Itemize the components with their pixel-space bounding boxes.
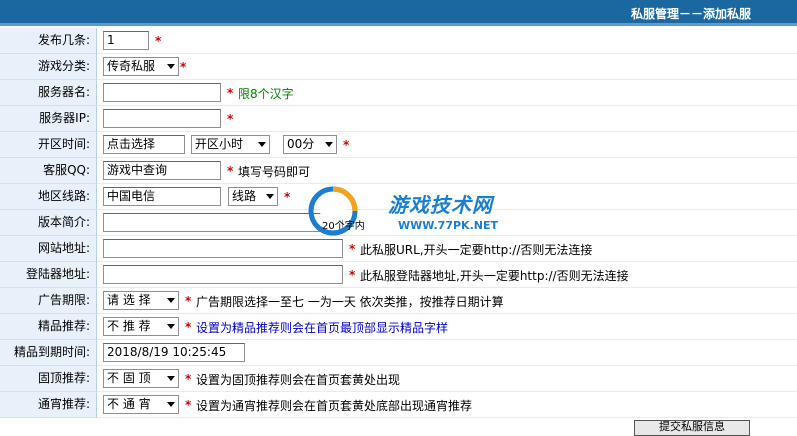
featured-expire-input[interactable]: 2018/8/19 10:25:45 [103, 343, 245, 362]
watermark: 游戏技术网 WWW.77PK.NET 20个字内 [306, 184, 506, 240]
chevron-down-icon [258, 142, 266, 147]
pin-top-label: 固顶推荐: [0, 366, 97, 392]
intro-label: 版本简介: [0, 210, 97, 236]
category-value: 传奇私服 [107, 59, 156, 73]
region-input[interactable]: 中国电信 [103, 187, 221, 206]
required-star: * [185, 320, 192, 334]
row-launcher: 登陆器地址: * 此私服登陆器地址,开头一定要http://否则无法连接 [0, 262, 797, 288]
featured-value: 不 推 荐 [107, 319, 151, 333]
required-star: * [349, 268, 356, 282]
launcher-label: 登陆器地址: [0, 262, 97, 288]
banner-hint: 设置为通宵推荐则会在首页套黄处底部出现通宵推荐 [196, 399, 473, 413]
banner-select[interactable]: 不 通 宵 [103, 395, 179, 414]
website-label: 网站地址: [0, 236, 97, 262]
chevron-down-icon [167, 402, 175, 407]
launcher-hint: 此私服登陆器地址,开头一定要http://否则无法连接 [360, 269, 629, 283]
server-ip-input[interactable] [103, 109, 221, 128]
pin-top-select[interactable]: 不 固 顶 [103, 369, 179, 388]
pin-top-hint: 设置为固顶推荐则会在首页套黄处出现 [196, 373, 401, 387]
count-input[interactable]: 1 [103, 31, 149, 50]
ad-period-label: 广告期限: [0, 288, 97, 314]
required-star: * [343, 138, 350, 152]
ad-period-value: 请 选 择 [107, 293, 151, 307]
required-star: * [155, 34, 162, 48]
required-star: * [185, 372, 192, 386]
row-server-ip: 服务器IP: * [0, 106, 797, 132]
featured-hint: 设置为精品推荐则会在首页最顶部显示精品字样 [196, 321, 449, 335]
page-title: 私服管理－－添加私服 [630, 7, 751, 21]
banner-label: 通宵推荐: [0, 392, 97, 418]
chevron-down-icon [167, 64, 175, 69]
qq-input[interactable]: 游戏中查询 [103, 161, 221, 180]
server-name-hint: 限8个汉字 [238, 87, 294, 101]
open-minute-select[interactable]: 00分 [283, 135, 337, 154]
chevron-down-icon [167, 376, 175, 381]
banner-value: 不 通 宵 [107, 397, 151, 411]
qq-label: 客服QQ: [0, 158, 97, 184]
pin-top-value: 不 固 顶 [107, 371, 151, 385]
row-featured-expire: 精品到期时间: 2018/8/19 10:25:45 [0, 340, 797, 366]
required-star: * [227, 86, 234, 100]
open-date-input[interactable]: 点击选择 [103, 135, 185, 154]
ad-period-select[interactable]: 请 选 择 [103, 291, 179, 310]
row-server-name: 服务器名: * 限8个汉字 [0, 80, 797, 106]
chevron-down-icon [325, 142, 333, 147]
featured-label: 精品推荐: [0, 314, 97, 340]
required-star: * [227, 164, 234, 178]
region-label: 地区线路: [0, 184, 97, 210]
open-time-label: 开区时间: [0, 132, 97, 158]
row-pin-top: 固顶推荐: 不 固 顶 * 设置为固顶推荐则会在首页套黄处出现 [0, 366, 797, 392]
open-hour-select[interactable]: 开区小时 [191, 135, 270, 154]
line-value: 线路 [232, 189, 257, 203]
chevron-down-icon [167, 324, 175, 329]
chevron-down-icon [266, 194, 274, 199]
page-header: 私服管理－－添加私服 [0, 0, 797, 26]
line-select[interactable]: 线路 [228, 187, 278, 206]
row-ad-period: 广告期限: 请 选 择 * 广告期限选择一至七 一为一天 依次类推，按推荐日期计… [0, 288, 797, 314]
required-star: * [185, 294, 192, 308]
row-open-time: 开区时间: 点击选择 开区小时 00分 * [0, 132, 797, 158]
required-star: * [284, 190, 291, 204]
required-star: * [349, 242, 356, 256]
row-featured: 精品推荐: 不 推 荐 * 设置为精品推荐则会在首页最顶部显示精品字样 [0, 314, 797, 340]
server-ip-label: 服务器IP: [0, 106, 97, 132]
open-minute-value: 00分 [287, 137, 315, 151]
watermark-name: 游戏技术网 [388, 193, 493, 217]
submit-button[interactable]: 提交私服信息 [634, 420, 750, 436]
category-select[interactable]: 传奇私服 [103, 57, 179, 76]
launcher-input[interactable] [103, 265, 343, 284]
row-banner: 通宵推荐: 不 通 宵 * 设置为通宵推荐则会在首页套黄处底部出现通宵推荐 [0, 392, 797, 418]
website-hint: 此私服URL,开头一定要http://否则无法连接 [360, 243, 593, 257]
row-category: 游戏分类: 传奇私服 * [0, 54, 797, 80]
featured-select[interactable]: 不 推 荐 [103, 317, 179, 336]
required-star: * [185, 398, 192, 412]
ad-period-hint: 广告期限选择一至七 一为一天 依次类推，按推荐日期计算 [196, 295, 504, 309]
required-star: * [180, 60, 187, 74]
chevron-down-icon [167, 298, 175, 303]
open-hour-value: 开区小时 [195, 137, 244, 151]
row-count: 发布几条: 1 * [0, 28, 797, 54]
watermark-url: WWW.77PK.NET [398, 219, 498, 232]
count-label: 发布几条: [0, 28, 97, 54]
featured-expire-label: 精品到期时间: [0, 340, 97, 366]
row-qq: 客服QQ: 游戏中查询 * 填写号码即可 [0, 158, 797, 184]
qq-hint: 填写号码即可 [238, 165, 311, 179]
server-name-input[interactable] [103, 83, 221, 102]
category-label: 游戏分类: [0, 54, 97, 80]
required-star: * [227, 112, 234, 126]
server-name-label: 服务器名: [0, 80, 97, 106]
intro-hint: 20个字内 [322, 221, 365, 232]
website-input[interactable] [103, 239, 343, 258]
